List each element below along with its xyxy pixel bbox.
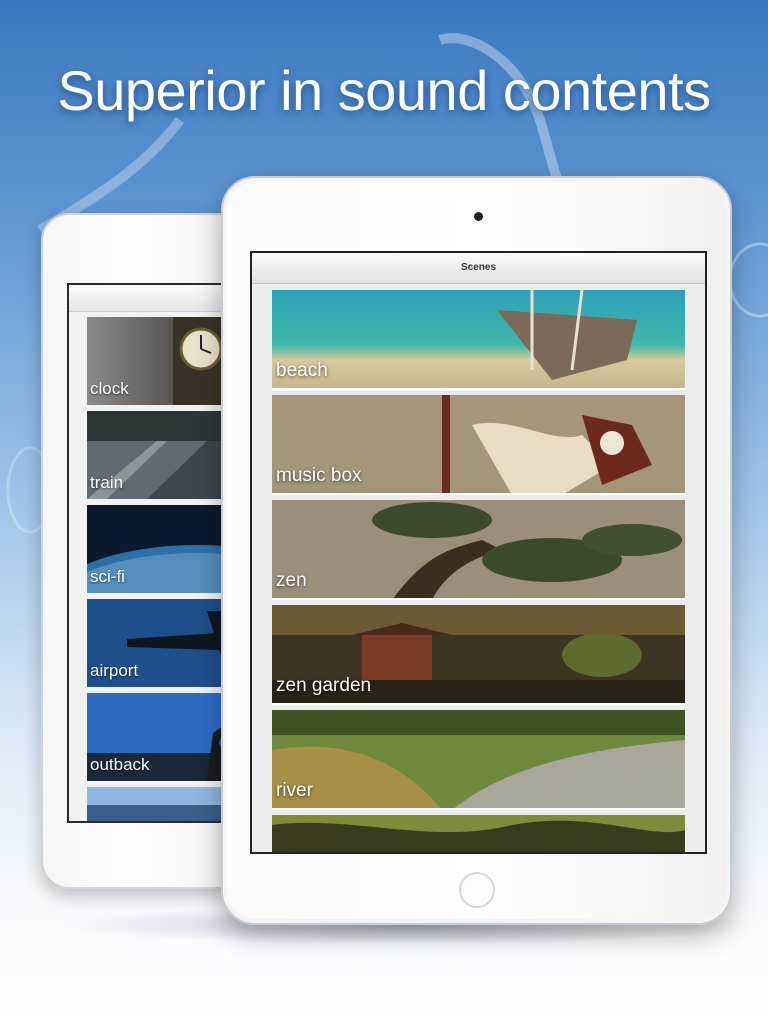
- back-scene-label: train: [90, 473, 124, 492]
- scene-zen[interactable]: zen: [272, 500, 685, 600]
- scene-label: music box: [276, 465, 362, 486]
- scene-partial[interactable]: [272, 815, 685, 852]
- scene-list: beach music box zen zen garden river: [272, 290, 685, 852]
- scene-label: zen: [276, 570, 307, 591]
- scene-label: river: [276, 780, 313, 801]
- scene-music-box[interactable]: music box: [272, 395, 685, 495]
- zen-thumbnail: [272, 500, 685, 598]
- nav-title: Scenes: [252, 253, 705, 284]
- scene-river[interactable]: river: [272, 710, 685, 810]
- camera-icon: [474, 212, 483, 221]
- back-scene-label: airport: [90, 661, 139, 680]
- river-thumbnail: [272, 710, 685, 808]
- scene-zen-garden[interactable]: zen garden: [272, 605, 685, 705]
- scene-label: beach: [276, 360, 328, 381]
- back-scene-label: sci-fi: [90, 567, 125, 586]
- front-ipad-screen: Scenes beach music box zen zen garden ri…: [250, 251, 707, 854]
- back-scene-label: clock: [90, 379, 129, 398]
- partial-thumbnail: [272, 815, 685, 852]
- beach-thumbnail: [272, 290, 685, 388]
- scene-beach[interactable]: beach: [272, 290, 685, 390]
- scene-label: zen garden: [276, 675, 372, 696]
- headline: Superior in sound contents: [57, 59, 711, 122]
- front-ipad: Scenes beach music box zen zen garden ri…: [221, 176, 732, 925]
- home-button[interactable]: [459, 872, 495, 908]
- back-scene-label: outback: [90, 755, 150, 774]
